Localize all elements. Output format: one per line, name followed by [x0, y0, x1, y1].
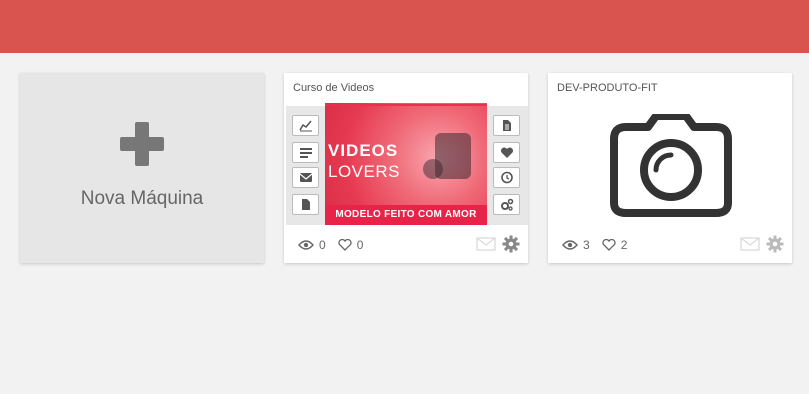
top-bar: [0, 0, 809, 53]
card-actions: [734, 235, 784, 253]
likes-count: 2: [620, 238, 628, 252]
thumbnail-banner: VIDEOS LOVERS MODELO FEITO COM AMOR: [325, 103, 487, 225]
card-title: Curso de Videos: [293, 82, 375, 94]
envelope-outline-icon[interactable]: [740, 236, 760, 252]
banner-tagline: MODELO FEITO COM AMOR: [335, 209, 477, 220]
likes-count: 0: [356, 238, 364, 252]
views-count: 3: [583, 238, 590, 252]
banner-title: VIDEOS: [328, 141, 399, 160]
envelope-icon: [299, 173, 313, 182]
heart-button[interactable]: [493, 142, 520, 163]
document-icon: [302, 199, 310, 210]
chart-button[interactable]: [292, 115, 319, 136]
card-stats: 0 0: [298, 237, 363, 253]
eye-icon: [298, 240, 314, 250]
machine-card[interactable]: Curso de Videos VIDEOS LOVERS MODELO FEI…: [284, 73, 528, 263]
gear-icon[interactable]: [766, 235, 784, 253]
cogs-button[interactable]: [493, 194, 520, 215]
heart-outline-icon: [338, 239, 352, 251]
card-stats: 3 2: [562, 237, 627, 253]
camera-icon: [610, 114, 732, 217]
machine-card[interactable]: DEV-PRODUTO-FIT 3 2: [548, 73, 792, 263]
file-text-button[interactable]: [493, 115, 520, 136]
card-thumbnail: VIDEOS LOVERS MODELO FEITO COM AMOR: [284, 103, 528, 225]
eye-icon: [562, 240, 578, 250]
new-machine-label: Nova Máquina: [80, 188, 204, 209]
clock-icon: [501, 171, 513, 184]
card-title: DEV-PRODUTO-FIT: [557, 82, 658, 94]
clock-button[interactable]: [493, 167, 520, 188]
banner-camera-lens: [423, 159, 443, 179]
envelope-outline-icon[interactable]: [476, 236, 496, 252]
plus-icon: [120, 122, 164, 166]
right-toolbar: [487, 106, 528, 225]
left-toolbar: [286, 106, 327, 225]
card-actions: [470, 235, 520, 253]
new-machine-card[interactable]: Nova Máquina: [20, 73, 264, 263]
list-button[interactable]: [292, 142, 319, 163]
views-count: 0: [319, 238, 326, 252]
file-text-icon: [503, 120, 511, 131]
heart-icon: [500, 147, 514, 158]
list-icon: [300, 148, 312, 158]
banner-top-line: [325, 104, 487, 106]
banner-subtitle: LOVERS: [328, 162, 400, 181]
cogs-icon: [501, 198, 514, 211]
chart-icon: [299, 120, 312, 132]
gear-icon[interactable]: [502, 235, 520, 253]
document-button[interactable]: [292, 194, 319, 215]
heart-outline-icon: [602, 239, 616, 251]
email-button[interactable]: [292, 167, 319, 188]
